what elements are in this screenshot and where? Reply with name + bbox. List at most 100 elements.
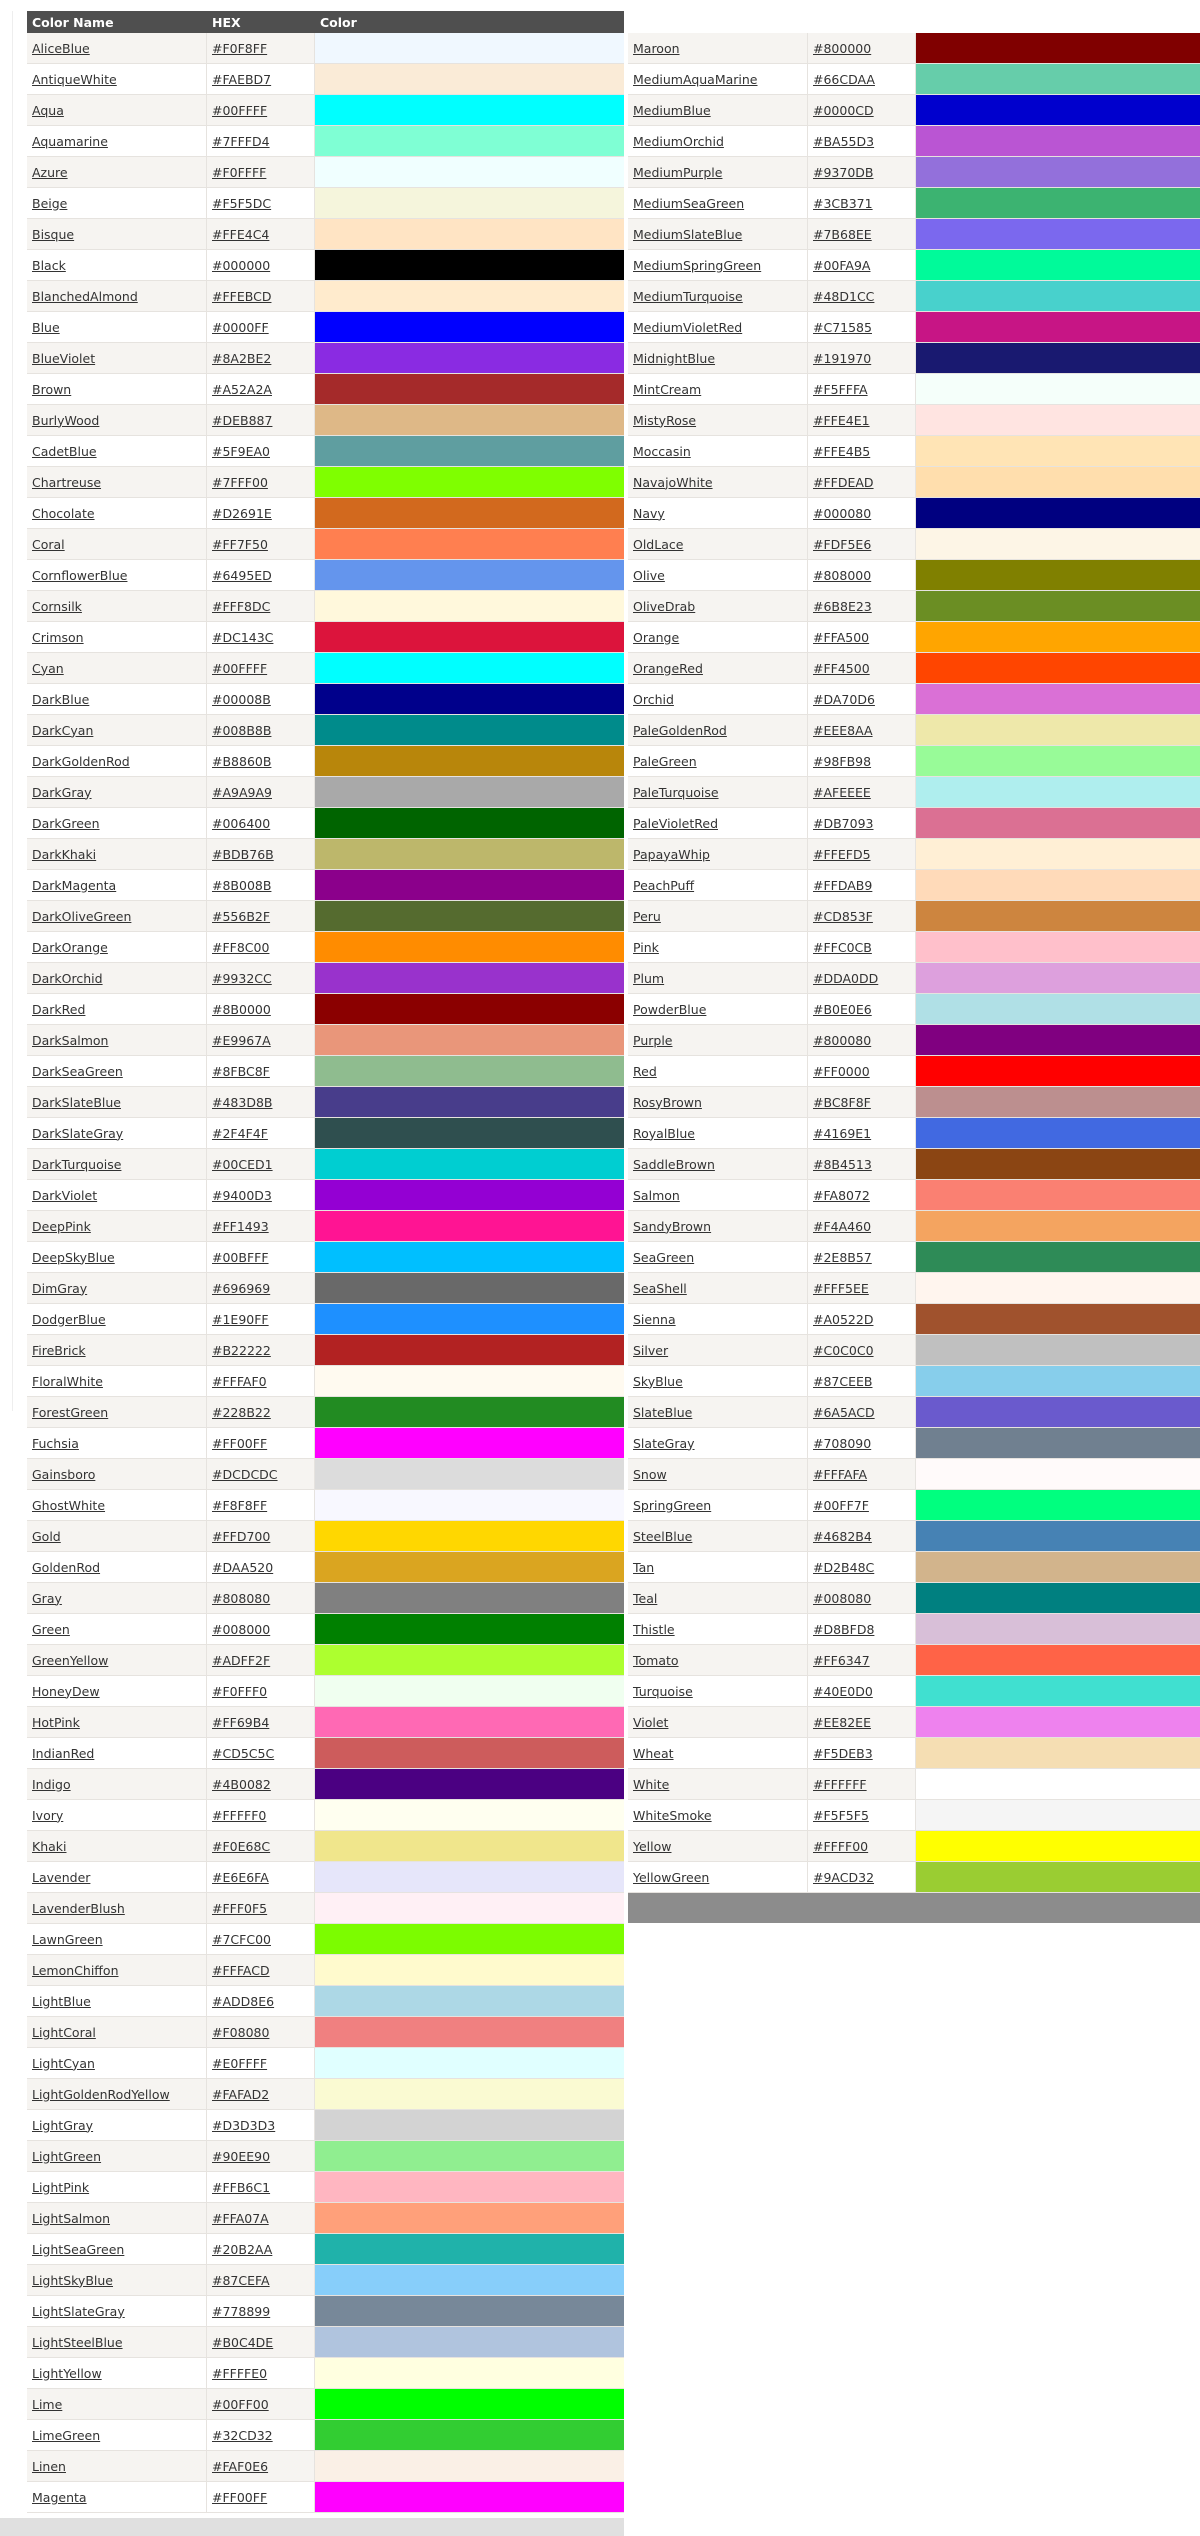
hex-link[interactable]: #8A2BE2 bbox=[212, 351, 271, 366]
hex-link[interactable]: #800000 bbox=[813, 41, 871, 56]
hex-link[interactable]: #FFFAF0 bbox=[212, 1374, 267, 1389]
color-name-link[interactable]: DarkRed bbox=[32, 1002, 85, 1017]
hex-link[interactable]: #7B68EE bbox=[813, 227, 872, 242]
color-name-link[interactable]: SlateGray bbox=[633, 1436, 695, 1451]
hex-link[interactable]: #008000 bbox=[212, 1622, 270, 1637]
hex-link[interactable]: #98FB98 bbox=[813, 754, 871, 769]
color-name-link[interactable]: DarkBlue bbox=[32, 692, 89, 707]
color-name-link[interactable]: MidnightBlue bbox=[633, 351, 715, 366]
hex-link[interactable]: #191970 bbox=[813, 351, 871, 366]
color-name-link[interactable]: PowderBlue bbox=[633, 1002, 706, 1017]
color-name-link[interactable]: Gainsboro bbox=[32, 1467, 95, 1482]
color-name-link[interactable]: LightGoldenRodYellow bbox=[32, 2087, 170, 2102]
color-name-link[interactable]: Violet bbox=[633, 1715, 668, 1730]
color-name-link[interactable]: Gray bbox=[32, 1591, 62, 1606]
color-name-link[interactable]: LightPink bbox=[32, 2180, 89, 2195]
hex-link[interactable]: #A0522D bbox=[813, 1312, 873, 1327]
hex-link[interactable]: #DC143C bbox=[212, 630, 273, 645]
hex-link[interactable]: #000000 bbox=[212, 258, 270, 273]
color-name-link[interactable]: DarkOliveGreen bbox=[32, 909, 131, 924]
hex-link[interactable]: #B22222 bbox=[212, 1343, 271, 1358]
hex-link[interactable]: #7FFFD4 bbox=[212, 134, 270, 149]
hex-link[interactable]: #87CEEB bbox=[813, 1374, 872, 1389]
hex-link[interactable]: #CD5C5C bbox=[212, 1746, 274, 1761]
color-name-link[interactable]: OrangeRed bbox=[633, 661, 703, 676]
color-name-link[interactable]: SteelBlue bbox=[633, 1529, 692, 1544]
color-name-link[interactable]: DarkGreen bbox=[32, 816, 100, 831]
color-name-link[interactable]: LightCyan bbox=[32, 2056, 95, 2071]
hex-link[interactable]: #FF6347 bbox=[813, 1653, 870, 1668]
color-name-link[interactable]: DeepSkyBlue bbox=[32, 1250, 115, 1265]
color-name-link[interactable]: LightBlue bbox=[32, 1994, 91, 2009]
hex-link[interactable]: #FFFFFF bbox=[813, 1777, 867, 1792]
color-name-link[interactable]: Orchid bbox=[633, 692, 674, 707]
hex-link[interactable]: #FFC0CB bbox=[813, 940, 872, 955]
color-name-link[interactable]: Beige bbox=[32, 196, 67, 211]
color-name-link[interactable]: GhostWhite bbox=[32, 1498, 105, 1513]
color-name-link[interactable]: DimGray bbox=[32, 1281, 87, 1296]
color-name-link[interactable]: HotPink bbox=[32, 1715, 80, 1730]
color-name-link[interactable]: MistyRose bbox=[633, 413, 696, 428]
hex-link[interactable]: #20B2AA bbox=[212, 2242, 272, 2257]
color-name-link[interactable]: GreenYellow bbox=[32, 1653, 108, 1668]
hex-link[interactable]: #F08080 bbox=[212, 2025, 269, 2040]
hex-link[interactable]: #E0FFFF bbox=[212, 2056, 267, 2071]
color-name-link[interactable]: DarkOrange bbox=[32, 940, 108, 955]
color-name-link[interactable]: Thistle bbox=[633, 1622, 675, 1637]
color-name-link[interactable]: Blue bbox=[32, 320, 60, 335]
color-name-link[interactable]: Lavender bbox=[32, 1870, 90, 1885]
color-name-link[interactable]: Peru bbox=[633, 909, 661, 924]
color-name-link[interactable]: Ivory bbox=[32, 1808, 63, 1823]
hex-link[interactable]: #B8860B bbox=[212, 754, 271, 769]
color-name-link[interactable]: Teal bbox=[633, 1591, 657, 1606]
hex-link[interactable]: #BC8F8F bbox=[813, 1095, 871, 1110]
color-name-link[interactable]: LawnGreen bbox=[32, 1932, 103, 1947]
color-name-link[interactable]: MediumTurquoise bbox=[633, 289, 743, 304]
hex-link[interactable]: #FF00FF bbox=[212, 1436, 267, 1451]
color-name-link[interactable]: LightSteelBlue bbox=[32, 2335, 123, 2350]
color-name-link[interactable]: DarkViolet bbox=[32, 1188, 97, 1203]
color-name-link[interactable]: Navy bbox=[633, 506, 665, 521]
color-name-link[interactable]: DarkSeaGreen bbox=[32, 1064, 123, 1079]
color-name-link[interactable]: MediumAquaMarine bbox=[633, 72, 758, 87]
color-name-link[interactable]: Wheat bbox=[633, 1746, 674, 1761]
hex-link[interactable]: #7FFF00 bbox=[212, 475, 268, 490]
hex-link[interactable]: #FFFF00 bbox=[813, 1839, 868, 1854]
color-name-link[interactable]: Olive bbox=[633, 568, 665, 583]
hex-link[interactable]: #FF00FF bbox=[212, 2490, 267, 2505]
color-name-link[interactable]: HoneyDew bbox=[32, 1684, 100, 1699]
color-name-link[interactable]: Aqua bbox=[32, 103, 64, 118]
color-name-link[interactable]: Tomato bbox=[633, 1653, 679, 1668]
color-name-link[interactable]: BurlyWood bbox=[32, 413, 99, 428]
hex-link[interactable]: #FFFFE0 bbox=[212, 2366, 267, 2381]
hex-link[interactable]: #00008B bbox=[212, 692, 271, 707]
hex-link[interactable]: #F0F8FF bbox=[212, 41, 267, 56]
hex-link[interactable]: #FAFAD2 bbox=[212, 2087, 269, 2102]
hex-link[interactable]: #006400 bbox=[212, 816, 270, 831]
color-name-link[interactable]: SpringGreen bbox=[633, 1498, 711, 1513]
color-name-link[interactable]: Orange bbox=[633, 630, 679, 645]
hex-link[interactable]: #E9967A bbox=[212, 1033, 271, 1048]
hex-link[interactable]: #FFA07A bbox=[212, 2211, 269, 2226]
color-name-link[interactable]: Black bbox=[32, 258, 66, 273]
color-name-link[interactable]: LightSeaGreen bbox=[32, 2242, 124, 2257]
color-name-link[interactable]: Purple bbox=[633, 1033, 672, 1048]
hex-link[interactable]: #556B2F bbox=[212, 909, 270, 924]
hex-link[interactable]: #708090 bbox=[813, 1436, 871, 1451]
hex-link[interactable]: #FF1493 bbox=[212, 1219, 269, 1234]
color-name-link[interactable]: MediumSpringGreen bbox=[633, 258, 761, 273]
hex-link[interactable]: #ADFF2F bbox=[212, 1653, 270, 1668]
color-name-link[interactable]: DarkSlateBlue bbox=[32, 1095, 121, 1110]
color-name-link[interactable]: SaddleBrown bbox=[633, 1157, 715, 1172]
color-name-link[interactable]: Turquoise bbox=[633, 1684, 693, 1699]
hex-link[interactable]: #00FA9A bbox=[813, 258, 870, 273]
hex-link[interactable]: #F8F8FF bbox=[212, 1498, 267, 1513]
hex-link[interactable]: #6A5ACD bbox=[813, 1405, 875, 1420]
hex-link[interactable]: #F0E68C bbox=[212, 1839, 270, 1854]
hex-link[interactable]: #C71585 bbox=[813, 320, 872, 335]
hex-link[interactable]: #9932CC bbox=[212, 971, 272, 986]
hex-link[interactable]: #B0E0E6 bbox=[813, 1002, 872, 1017]
color-name-link[interactable]: Azure bbox=[32, 165, 68, 180]
hex-link[interactable]: #DA70D6 bbox=[813, 692, 875, 707]
hex-link[interactable]: #FDF5E6 bbox=[813, 537, 871, 552]
